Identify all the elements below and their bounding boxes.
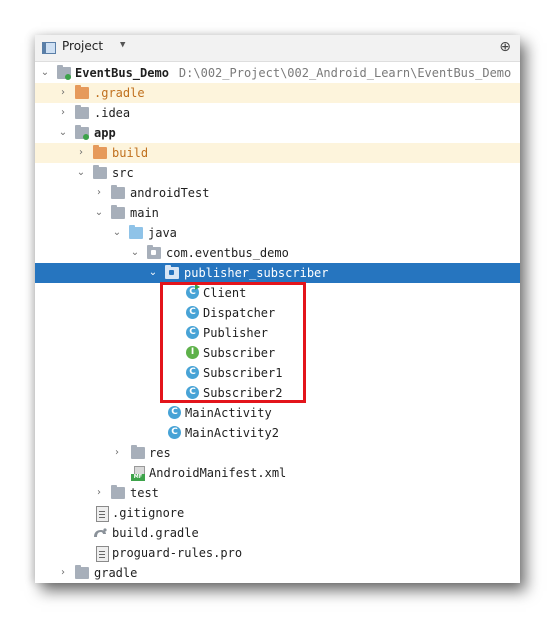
tree-row-androidtest[interactable]: › androidTest [35, 183, 520, 203]
tree-row-build-gradle[interactable]: build.gradle [35, 523, 520, 543]
folder-icon [93, 165, 107, 179]
chevron-down-icon[interactable]: ⌄ [75, 163, 87, 183]
tree-row-app[interactable]: ⌄ app [35, 123, 520, 143]
text-file-icon [96, 546, 109, 562]
project-view-icon [42, 42, 56, 54]
chevron-right-icon[interactable]: › [57, 563, 69, 583]
folder-icon [111, 205, 125, 219]
tree-label: proguard-rules.pro [112, 546, 243, 560]
tree-row-gradle[interactable]: › gradle [35, 563, 520, 583]
chevron-right-icon[interactable]: › [93, 483, 105, 503]
project-name: EventBus_Demo [75, 66, 169, 80]
folder-icon [75, 85, 89, 99]
tree-row-gitignore[interactable]: .gitignore [35, 503, 520, 523]
source-folder-icon [129, 225, 143, 239]
tree-label: build.gradle [112, 526, 199, 540]
tree-row-project-root[interactable]: ⌄ EventBus_Demo D:\002_Project\002_Androi… [35, 63, 520, 83]
tree-label: publisher_subscriber [184, 266, 329, 280]
tree-label: androidTest [130, 186, 210, 200]
chevron-down-icon[interactable]: ⌄ [57, 123, 69, 143]
resource-folder-icon [131, 445, 145, 459]
chevron-down-icon[interactable]: ⌄ [93, 203, 105, 223]
chevron-right-icon[interactable]: › [57, 83, 69, 103]
folder-icon [75, 565, 89, 579]
chevron-down-icon[interactable]: ⌄ [39, 63, 51, 83]
highlight-box [160, 282, 306, 403]
manifest-icon: MF [131, 466, 145, 481]
tree-row-res[interactable]: › res [35, 443, 520, 463]
project-panel-header: Project ▼ ⊕ [35, 35, 520, 62]
tree-label: com.eventbus_demo [166, 246, 289, 260]
tree-label: .gitignore [112, 506, 185, 520]
tree-label: MainActivity2 [185, 426, 279, 440]
tree-label: test [130, 486, 159, 500]
tree-row-publisher-subscriber[interactable]: ⌄ publisher_subscriber [35, 263, 520, 283]
tree-label: gradle [94, 566, 138, 580]
chevron-right-icon[interactable]: › [57, 103, 69, 123]
tree-row-build[interactable]: › build [35, 143, 520, 163]
tree-label: app [94, 126, 116, 140]
project-view-dropdown[interactable]: Project [62, 39, 103, 53]
chevron-right-icon[interactable]: › [75, 143, 87, 163]
tree-row-java[interactable]: ⌄ java [35, 223, 520, 243]
tree-row-mainactivity2[interactable]: C MainActivity2 [35, 423, 520, 443]
tree-label: main [130, 206, 159, 220]
folder-icon [111, 485, 125, 499]
chevron-down-icon[interactable]: ⌄ [147, 263, 159, 283]
tree-label: AndroidManifest.xml [149, 466, 287, 480]
chevron-right-icon[interactable]: › [93, 183, 105, 203]
ignore-file-icon [96, 506, 109, 522]
tree-row-manifest[interactable]: MF AndroidManifest.xml [35, 463, 520, 483]
tree-label: MainActivity [185, 406, 272, 420]
tree-row-gradle-dir[interactable]: › .gradle [35, 83, 520, 103]
project-path: D:\002_Project\002_Android_Learn\EventBu… [178, 66, 512, 80]
module-folder-icon [57, 65, 71, 80]
folder-icon [111, 185, 125, 199]
tree-label: src [112, 166, 134, 180]
package-icon [165, 265, 179, 279]
tree-label: res [149, 446, 171, 460]
tree-row-proguard[interactable]: proguard-rules.pro [35, 543, 520, 563]
chevron-down-icon[interactable]: ⌄ [111, 223, 123, 243]
chevron-down-icon[interactable]: ⌄ [129, 243, 141, 263]
tree-row-src[interactable]: ⌄ src [35, 163, 520, 183]
folder-icon [93, 145, 107, 159]
tree-row-idea[interactable]: › .idea [35, 103, 520, 123]
folder-icon [75, 105, 89, 119]
tree-row-test[interactable]: › test [35, 483, 520, 503]
module-folder-icon [75, 125, 89, 140]
tree-label: .gradle [94, 86, 145, 100]
tree-label: build [112, 146, 149, 160]
tree-row-main[interactable]: ⌄ main [35, 203, 520, 223]
package-icon [147, 245, 161, 259]
tree-label: java [148, 226, 177, 240]
gradle-icon [94, 528, 107, 537]
class-icon: C [168, 426, 181, 439]
class-icon: C [168, 406, 181, 419]
gear-icon[interactable]: ⊕ [499, 39, 511, 55]
tree-label: .idea [94, 106, 131, 120]
tree-row-mainactivity[interactable]: C MainActivity [35, 403, 520, 423]
chevron-right-icon[interactable]: › [111, 443, 123, 463]
tree-row-package[interactable]: ⌄ com.eventbus_demo [35, 243, 520, 263]
chevron-down-icon[interactable]: ▼ [120, 40, 125, 50]
